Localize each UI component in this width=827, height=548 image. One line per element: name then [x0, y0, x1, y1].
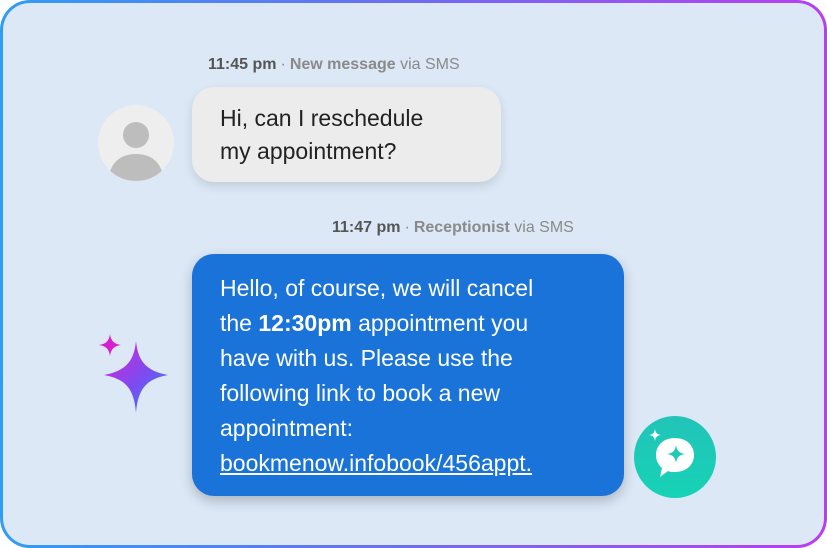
- message-text-line: the 12:30pm appointment you: [220, 306, 596, 341]
- message-sender: New message: [289, 56, 396, 73]
- user-avatar-icon: [98, 105, 174, 181]
- outgoing-message-bubble[interactable]: Hello, of course, we will cancel the 12:…: [192, 254, 624, 496]
- message-text-line: Hi, can I reschedule: [220, 105, 424, 131]
- message-meta-incoming: 11:45 pm · New message via SMS: [208, 56, 460, 74]
- chat-panel: 11:45 pm · New message via SMS Hi, can I r…: [3, 3, 824, 545]
- message-text-line: my appointment?: [220, 138, 397, 164]
- incoming-message-bubble[interactable]: Hi, can I reschedule my appointment?: [192, 87, 501, 182]
- message-channel: via SMS: [400, 56, 460, 73]
- booking-link[interactable]: bookmenow.infobook/456appt.: [220, 446, 596, 481]
- message-text-line: following link to book a new: [220, 380, 500, 406]
- message-text-line: have with us. Please use the: [220, 345, 513, 371]
- message-sender: Receptionist: [413, 219, 510, 236]
- appointment-time: 12:30pm: [258, 310, 352, 336]
- ai-sparkle-icon: [99, 334, 168, 413]
- message-meta-outgoing: 11:47 pm · Receptionist via SMS: [332, 219, 574, 237]
- message-channel: via SMS: [514, 219, 574, 236]
- chat-frame: 11:45 pm · New message via SMS Hi, can I r…: [0, 0, 827, 548]
- message-time: 11:47 pm: [332, 219, 401, 236]
- meta-separator: ·: [404, 219, 410, 236]
- meta-separator: ·: [280, 56, 286, 73]
- message-text-line: Hello, of course, we will cancel: [220, 275, 534, 301]
- message-text-fragment: appointment you: [351, 310, 529, 336]
- ai-chat-badge-icon: [634, 416, 716, 498]
- message-text-fragment: the: [220, 310, 259, 336]
- message-time: 11:45 pm: [208, 56, 277, 73]
- message-text-line: appointment:: [220, 415, 353, 441]
